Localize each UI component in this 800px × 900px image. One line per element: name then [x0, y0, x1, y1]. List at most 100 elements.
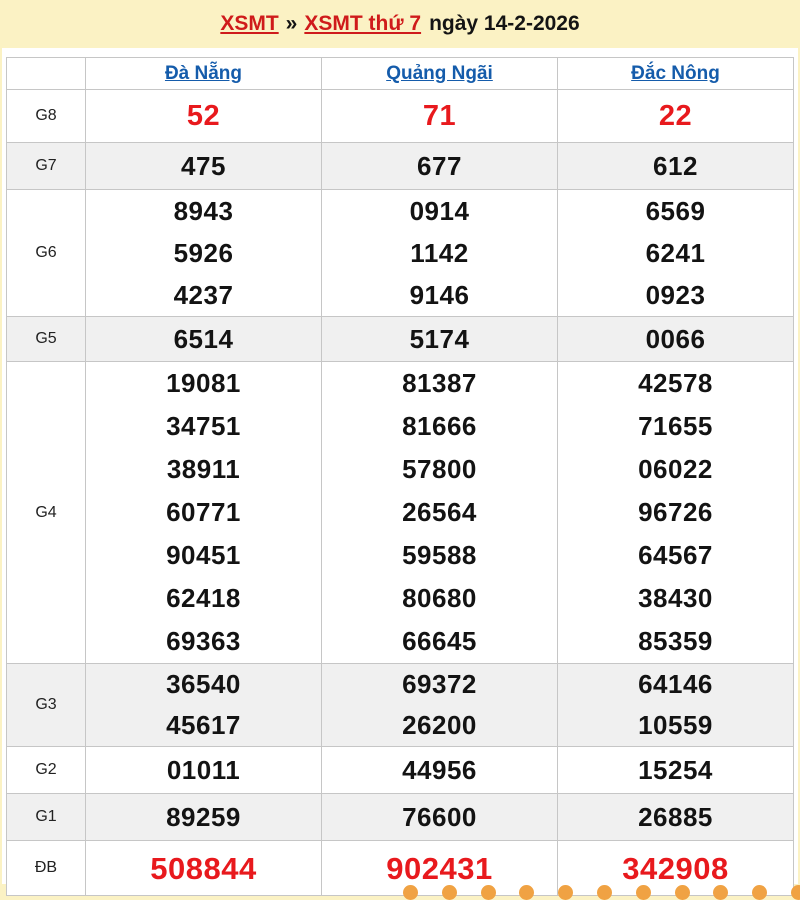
result-value: 69363 [166, 626, 241, 656]
result-value: 57800 [402, 454, 477, 484]
result-cell: 71 [321, 89, 558, 143]
lotto-ball-icon [441, 885, 457, 900]
result-cell: 42578 71655 06022 96726 64567 38430 85359 [557, 361, 794, 664]
table-row-g3: G3 36540 45617 69372 26200 64146 10559 [6, 663, 794, 747]
result-cell: 5174 [321, 316, 558, 362]
column-header-quang-ngai: Quảng Ngãi [321, 57, 558, 90]
result-cell: 81387 81666 57800 26564 59588 80680 66645 [321, 361, 558, 664]
result-value: 0914 [409, 196, 470, 226]
result-value: 677 [417, 151, 462, 181]
table-row-g5: G5 6514 5174 0066 [6, 316, 794, 362]
result-cell: 36540 45617 [85, 663, 322, 747]
table-row-g1: G1 89259 76600 26885 [6, 793, 794, 841]
lotto-ball-icon [519, 885, 535, 900]
result-value: 26564 [402, 497, 477, 527]
lotto-ball-icon [791, 885, 800, 900]
result-cell: 6514 [85, 316, 322, 362]
lotto-ball-icon [480, 885, 496, 900]
result-value: 612 [653, 151, 698, 181]
result-cell: 508844 [85, 840, 322, 896]
result-value: 52 [186, 99, 221, 132]
result-cell: 52 [85, 89, 322, 143]
result-cell: 01011 [85, 746, 322, 794]
table-row-g2: G2 01011 44956 15254 [6, 746, 794, 794]
corner-cell [6, 57, 86, 90]
province-link-dac-nong[interactable]: Đắc Nông [631, 63, 720, 84]
result-value: 6514 [173, 324, 234, 354]
table-header-row: Đà Nẵng Quảng Ngãi Đắc Nông [6, 57, 794, 90]
province-link-quang-ngai[interactable]: Quảng Ngãi [386, 63, 493, 84]
result-cell: 22 [557, 89, 794, 143]
result-cell: 76600 [321, 793, 558, 841]
result-cell: 0914 1142 9146 [321, 189, 558, 317]
result-value: 508844 [150, 850, 257, 886]
result-cell: 64146 10559 [557, 663, 794, 747]
province-link-da-nang[interactable]: Đà Nẵng [165, 63, 242, 84]
result-cell: 69372 26200 [321, 663, 558, 747]
lotto-ball-icon [674, 885, 690, 900]
prize-label: G8 [6, 89, 86, 143]
result-cell: 8943 5926 4237 [85, 189, 322, 317]
result-value: 34751 [166, 411, 241, 441]
lotto-ball-icon [752, 885, 768, 900]
result-value: 81387 [402, 368, 477, 398]
result-cell: 677 [321, 142, 558, 190]
result-value: 71 [422, 99, 457, 132]
lotto-ball-icon [635, 885, 651, 900]
result-value: 902431 [386, 850, 493, 886]
result-value: 6569 [645, 196, 706, 226]
result-value: 76600 [402, 802, 477, 832]
result-value: 0923 [645, 280, 706, 310]
result-value: 1142 [410, 238, 469, 268]
result-value: 38911 [166, 454, 241, 484]
result-value: 06022 [638, 454, 713, 484]
result-value: 45617 [166, 710, 241, 740]
result-value: 64567 [638, 540, 713, 570]
breadcrumb-separator: » [285, 12, 298, 35]
table-row-g6: G6 8943 5926 4237 0914 1142 9146 6569 6241 0923 [6, 189, 794, 317]
result-cell: 15254 [557, 746, 794, 794]
prize-label: G4 [6, 361, 86, 664]
table-row-g7: G7 475 677 612 [6, 142, 794, 190]
result-cell: 0066 [557, 316, 794, 362]
result-value: 38430 [638, 583, 713, 613]
result-value: 10559 [638, 710, 713, 740]
table-row-g4: G4 19081 34751 38911 60771 90451 62418 69363 813… [6, 361, 794, 664]
result-value: 81666 [402, 411, 477, 441]
breadcrumb-link-xsmt[interactable]: XSMT [220, 12, 278, 36]
result-value: 62418 [166, 583, 241, 613]
column-header-da-nang: Đà Nẵng [85, 57, 322, 90]
result-value: 89259 [166, 802, 241, 832]
prize-label: G6 [6, 189, 86, 317]
result-value: 26885 [638, 802, 713, 832]
title-bar: XSMT » XSMT thứ 7 ngày 14-2-2026 [0, 0, 800, 48]
prize-label: ĐB [6, 840, 86, 896]
lotto-ball-icon [597, 885, 612, 900]
result-value: 19081 [166, 368, 241, 398]
prize-label: G7 [6, 142, 86, 190]
lotto-ball-icon [558, 885, 574, 900]
result-cell: 44956 [321, 746, 558, 794]
result-value: 59588 [402, 540, 477, 570]
result-cell: 612 [557, 142, 794, 190]
result-value: 80680 [402, 583, 477, 613]
result-value: 6241 [645, 238, 706, 268]
result-value: 15254 [638, 755, 713, 785]
lotto-ball-icon [713, 885, 729, 900]
prize-label: G3 [6, 663, 86, 747]
breadcrumb-link-day[interactable]: XSMT thứ 7 [304, 12, 421, 36]
results-tbody: G8 52 71 22 G7 475 677 612 G6 8943 5926 4237 0914 114… [6, 89, 794, 896]
result-value: 71655 [638, 411, 713, 441]
result-value: 4237 [173, 280, 234, 310]
table-row-g8: G8 52 71 22 [6, 89, 794, 143]
column-header-dac-nong: Đắc Nông [557, 57, 794, 90]
result-value: 5926 [173, 238, 234, 268]
result-value: 9146 [409, 280, 470, 310]
result-value: 42578 [638, 368, 713, 398]
result-value: 8943 [173, 196, 234, 226]
result-cell: 89259 [85, 793, 322, 841]
results-table: Đà Nẵng Quảng Ngãi Đắc Nông G8 52 71 22 G7 47… [6, 57, 794, 896]
result-value: 01011 [166, 755, 241, 785]
result-value: 85359 [638, 626, 713, 656]
result-value: 5174 [409, 324, 470, 354]
